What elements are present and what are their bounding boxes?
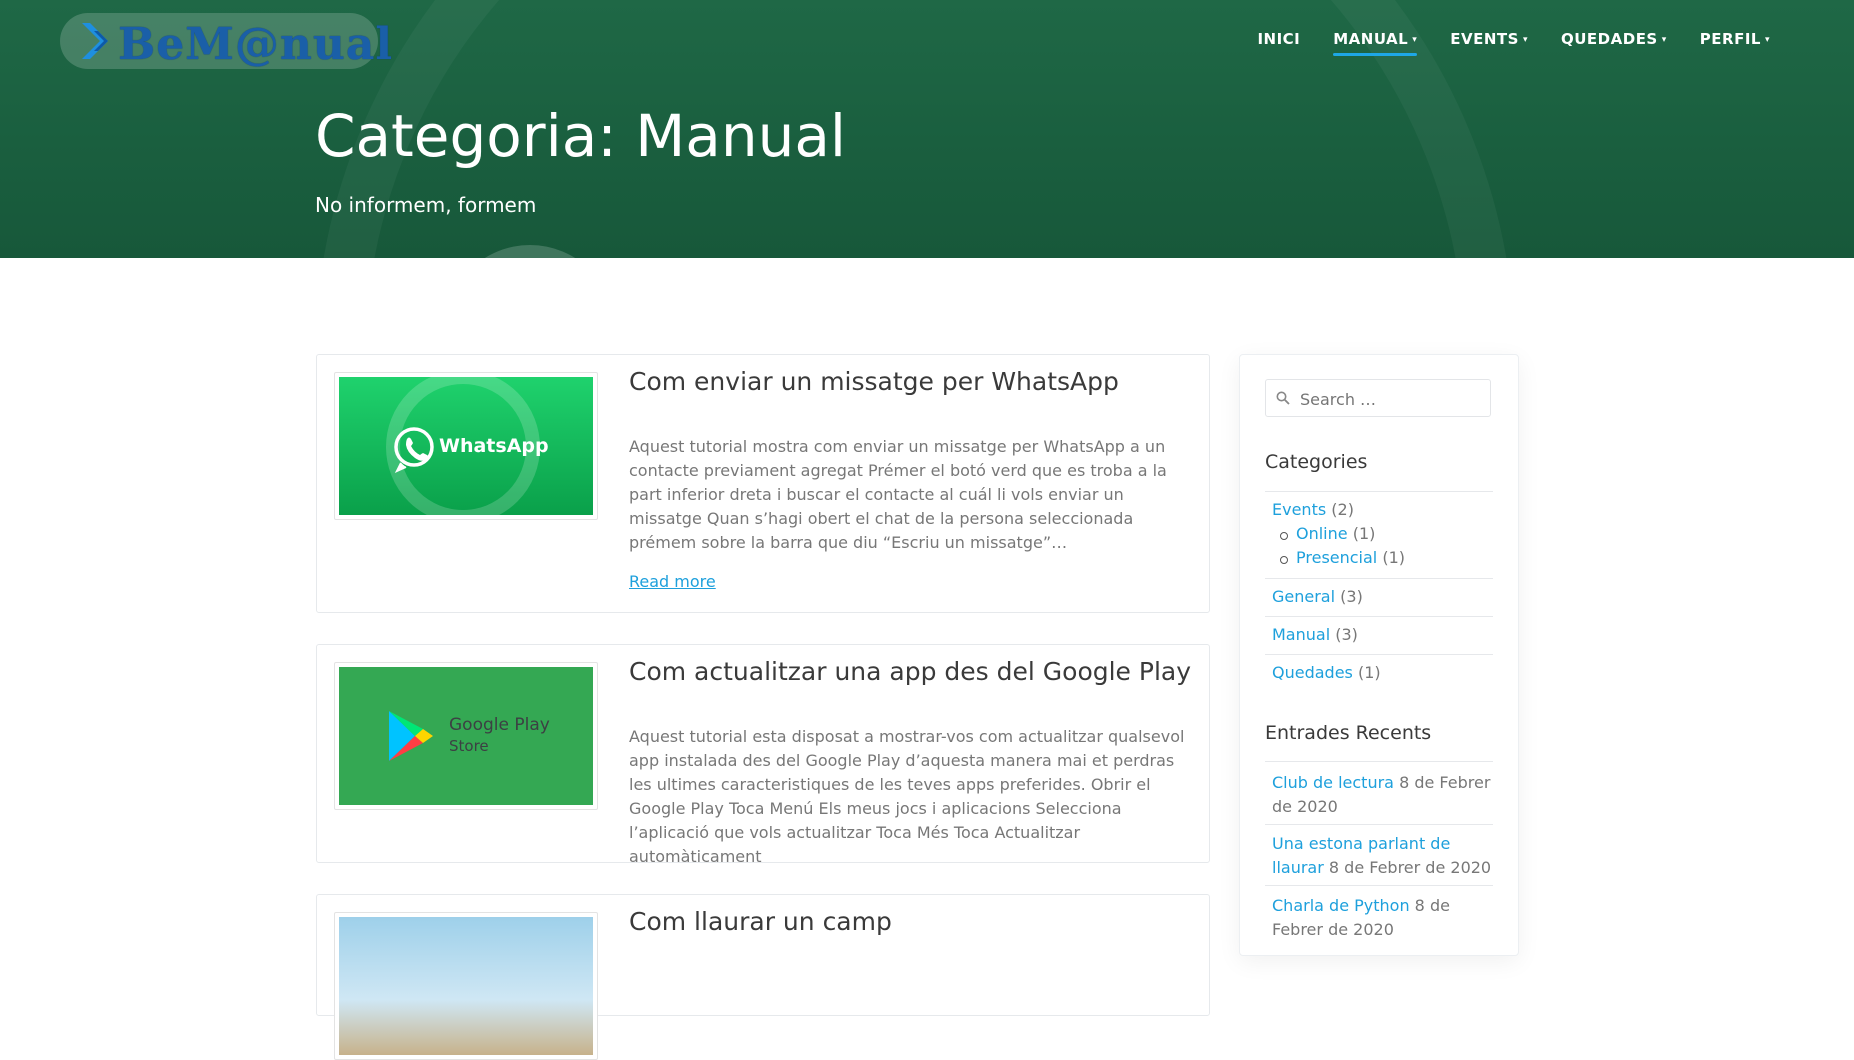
category-count: (1): [1352, 524, 1376, 543]
recent-post-link[interactable]: Charla de Python: [1272, 896, 1410, 915]
recent-post-date: 8 de Febrer de 2020: [1328, 858, 1492, 877]
nav-label: PERFIL: [1699, 30, 1761, 48]
site-tagline: No informem, formem: [315, 193, 537, 217]
post-thumbnail[interactable]: WhatsApp: [334, 372, 598, 520]
whatsapp-logo-text: WhatsApp: [439, 435, 549, 457]
search-box[interactable]: [1265, 379, 1491, 418]
nav-item-inici[interactable]: INICI: [1257, 30, 1300, 56]
divider: [1265, 824, 1493, 825]
divider: [1265, 761, 1493, 762]
post-excerpt: Aquest tutorial mostra com enviar un mis…: [629, 437, 1167, 552]
whatsapp-image: WhatsApp: [339, 377, 593, 515]
main-nav: INICI MANUAL ▾ EVENTS ▾ QUEDADES ▾ PERFIL ▾: [1224, 30, 1770, 56]
nav-label: MANUAL: [1333, 30, 1409, 48]
category-count: (1): [1382, 548, 1406, 567]
category-manual[interactable]: Manual (3): [1272, 625, 1358, 644]
post-title[interactable]: Com actualitzar una app des del Google P…: [629, 657, 1191, 686]
post-thumbnail[interactable]: [334, 912, 598, 1060]
nav-label: QUEDADES: [1561, 30, 1658, 48]
category-events[interactable]: Events (2): [1272, 500, 1354, 519]
divider: [1265, 654, 1493, 655]
post-title[interactable]: Com llaurar un camp: [629, 907, 892, 936]
categories-title: Categories: [1265, 451, 1368, 473]
post-card: WhatsApp Com enviar un missatge per What…: [316, 354, 1210, 613]
search-icon: [1276, 391, 1290, 405]
post-title[interactable]: Com enviar un missatge per WhatsApp: [629, 367, 1119, 396]
read-more-link[interactable]: Read more: [629, 572, 716, 591]
category-name: Quedades: [1272, 663, 1353, 682]
category-name: Presencial: [1296, 548, 1378, 567]
site-logo[interactable]: BeM@nual: [60, 13, 392, 70]
divider: [1265, 491, 1493, 492]
divider: [1265, 616, 1493, 617]
category-name: Events: [1272, 500, 1327, 519]
page-header: BeM@nual INICI MANUAL ▾ EVENTS ▾ QUEDADES ▾…: [0, 0, 1854, 258]
nav-item-perfil[interactable]: PERFIL ▾: [1700, 30, 1770, 56]
post-thumbnail[interactable]: Google Play Store: [334, 662, 598, 810]
category-quedades[interactable]: Quedades (1): [1272, 663, 1381, 682]
recent-posts-title: Entrades Recents: [1265, 722, 1432, 744]
nav-label: EVENTS: [1450, 30, 1519, 48]
recent-post-item: Club de lectura 8 de Febrer de 2020: [1272, 771, 1494, 819]
nav-label: INICI: [1257, 30, 1301, 48]
category-count: (3): [1335, 625, 1358, 644]
category-name: General: [1272, 587, 1336, 606]
category-count: (1): [1357, 663, 1381, 682]
post-card: Google Play Store Com actualitzar una ap…: [316, 644, 1210, 866]
category-general[interactable]: General (3): [1272, 587, 1363, 606]
category-online[interactable]: Online (1): [1296, 524, 1375, 543]
caret-down-icon: ▾: [1412, 35, 1418, 45]
caret-down-icon: ▾: [1661, 35, 1667, 45]
field-image: [339, 917, 593, 1055]
logo-text: BeM@nual: [118, 19, 394, 70]
google-play-text: Google Play: [449, 715, 550, 735]
recent-post-link[interactable]: Club de lectura: [1272, 773, 1394, 792]
search-input[interactable]: [1298, 380, 1487, 418]
caret-down-icon: ▾: [1764, 35, 1770, 45]
logo-arrow-icon: [82, 23, 108, 59]
google-play-image: Google Play Store: [339, 667, 593, 805]
recent-post-item: Charla de Python 8 de Febrer de 2020: [1272, 894, 1494, 942]
page-title: Categoria: Manual: [315, 102, 847, 170]
list-bullet: [1280, 532, 1288, 540]
nav-item-manual[interactable]: MANUAL ▾: [1333, 30, 1418, 56]
nav-item-events[interactable]: EVENTS ▾: [1450, 30, 1528, 56]
sidebar: Categories Events (2) Online (1) Presenc…: [1239, 354, 1519, 956]
category-name: Online: [1296, 524, 1348, 543]
google-play-store-text: Store: [449, 737, 489, 755]
divider: [1265, 885, 1493, 886]
nav-item-quedades[interactable]: QUEDADES ▾: [1561, 30, 1667, 56]
category-presencial[interactable]: Presencial (1): [1296, 548, 1405, 567]
category-count: (3): [1340, 587, 1363, 606]
list-bullet: [1280, 556, 1288, 564]
recent-post-item: Una estona parlant de llaurar 8 de Febre…: [1272, 832, 1494, 880]
category-count: (2): [1331, 500, 1354, 519]
caret-down-icon: ▾: [1522, 35, 1528, 45]
post-card: Com llaurar un camp: [316, 894, 1210, 1060]
divider: [1265, 578, 1493, 579]
google-play-icon: [389, 711, 433, 761]
post-excerpt: Aquest tutorial esta disposat a mostrar-…: [629, 727, 1185, 866]
category-name: Manual: [1272, 625, 1331, 644]
